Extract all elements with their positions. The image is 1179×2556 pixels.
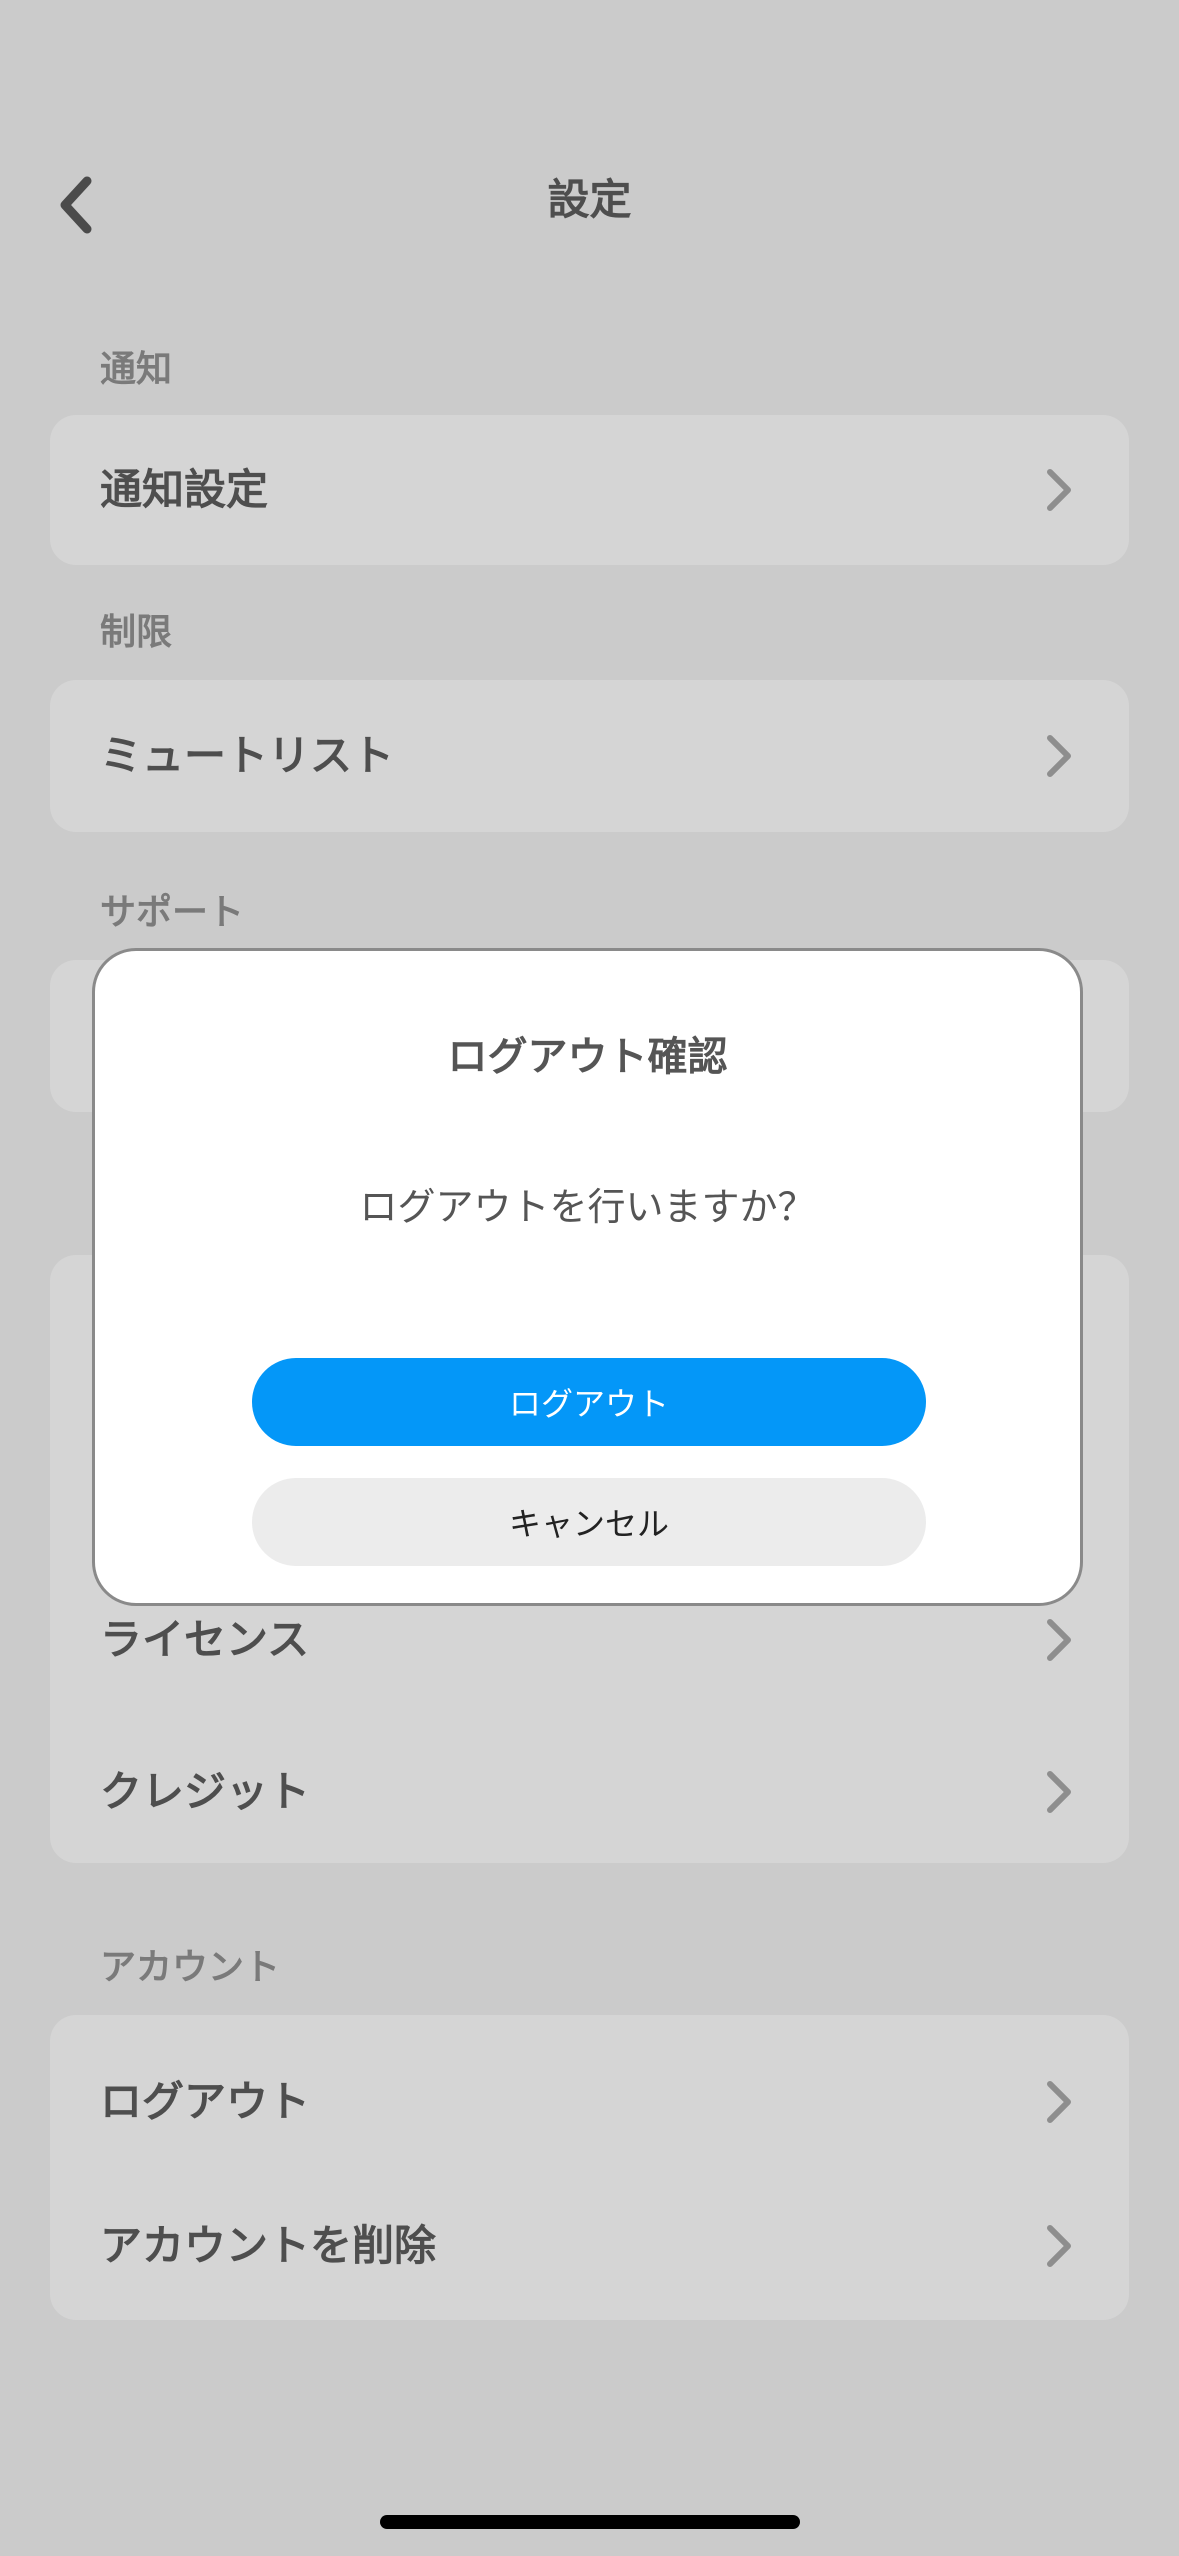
dialog-title: ログアウト確認 — [447, 1034, 728, 1080]
home-indicator[interactable] — [380, 2515, 800, 2529]
logout-confirm-button[interactable]: ログアウト — [252, 1358, 926, 1446]
dialog-message: ログアウトを行いますか？ — [359, 1185, 816, 1229]
cancel-button[interactable]: キャンセル — [252, 1478, 926, 1566]
logout-confirm-dialog: ログアウト確認 ログアウトを行いますか？ ログアウト キャンセル — [92, 948, 1083, 1606]
